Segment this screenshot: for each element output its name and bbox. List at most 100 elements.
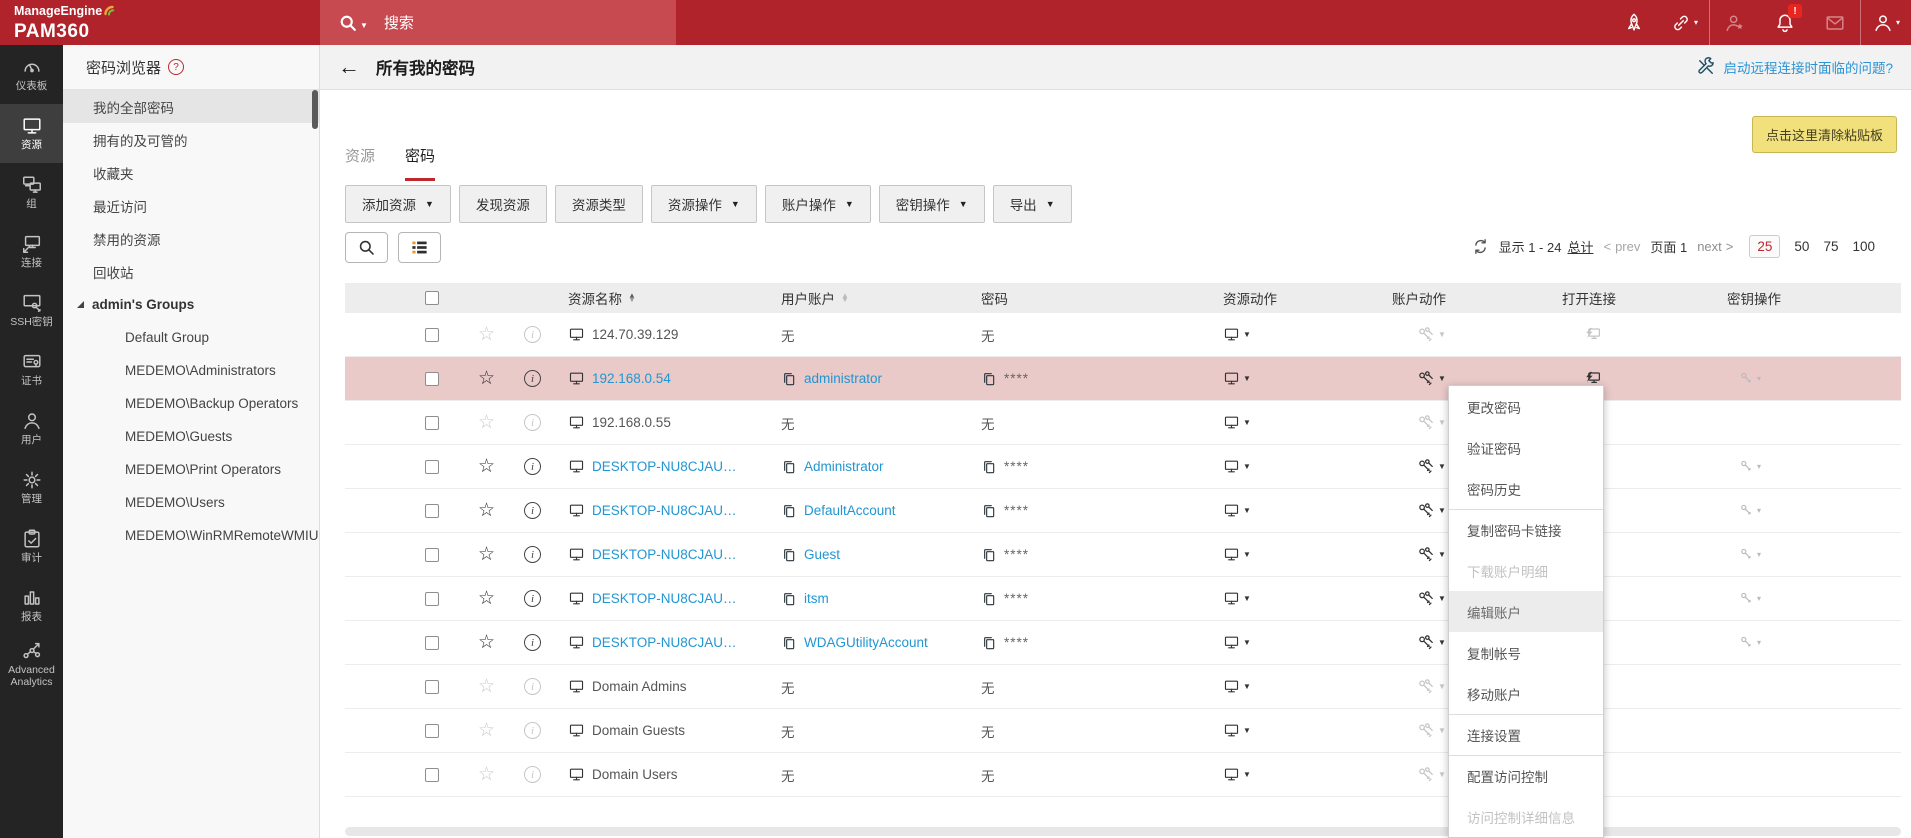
context-menu-item[interactable]: 复制密码卡链接 [1449, 509, 1603, 550]
key-actions-menu[interactable]: ▾ [1727, 459, 1761, 475]
sidebar-item-dashboard[interactable]: 仪表板 [0, 45, 63, 104]
sidebar-item-admin[interactable]: 管理 [0, 458, 63, 517]
key-actions-menu[interactable]: ▾ [1727, 635, 1761, 651]
row-checkbox[interactable] [425, 724, 439, 738]
explorer-group-item[interactable]: MEDEMO\WinRMRemoteWMIUser [63, 519, 319, 552]
row-checkbox[interactable] [425, 592, 439, 606]
prev-arrow-icon[interactable]: < [1603, 239, 1611, 254]
favorite-star-icon[interactable]: ☆ [478, 325, 495, 344]
explorer-group-header[interactable]: admin's Groups [63, 288, 319, 321]
prev-button[interactable]: prev [1615, 239, 1640, 254]
resource-actions-menu[interactable]: ▼ [1223, 766, 1251, 783]
info-icon[interactable]: i [524, 678, 541, 695]
copy-icon[interactable] [781, 371, 797, 387]
resource-actions-menu[interactable]: ▼ [1223, 722, 1251, 739]
explorer-group-item[interactable]: MEDEMO\Print Operators [63, 453, 319, 486]
copy-icon[interactable] [981, 635, 997, 651]
account-actions-menu[interactable]: ▼ [1417, 370, 1446, 388]
rocket-icon[interactable] [1609, 0, 1659, 45]
copy-icon[interactable] [981, 371, 997, 387]
favorite-star-icon[interactable]: ☆ [478, 677, 495, 696]
favorite-star-icon[interactable]: ☆ [478, 721, 495, 740]
tab-resources[interactable]: 资源 [345, 145, 375, 181]
table-row[interactable]: ☆iDESKTOP-NU8CJAU…Administrator****▼▼▾ [345, 445, 1901, 489]
account-actions-menu[interactable]: ▼ [1417, 590, 1446, 608]
info-icon[interactable]: i [524, 766, 541, 783]
explorer-group-item[interactable]: MEDEMO\Guests [63, 420, 319, 453]
mail-icon[interactable] [1810, 0, 1860, 45]
sidebar-item-reports[interactable]: 报表 [0, 576, 63, 635]
explorer-item[interactable]: 收藏夹 [63, 156, 319, 189]
copy-icon[interactable] [781, 635, 797, 651]
table-row[interactable]: ☆iDESKTOP-NU8CJAU…WDAGUtilityAccount****… [345, 621, 1901, 665]
account-actions-menu[interactable]: ▼ [1417, 458, 1446, 476]
context-menu-item[interactable]: 更改密码 [1449, 386, 1603, 427]
toolbar-button[interactable]: 添加资源▼ [345, 185, 451, 223]
account-name[interactable]: Administrator [804, 459, 884, 474]
page-size-option[interactable]: 25 [1749, 235, 1780, 258]
copy-icon[interactable] [781, 459, 797, 475]
clear-clipboard-button[interactable]: 点击这里清除粘贴板 [1752, 116, 1897, 153]
context-menu-item[interactable]: 验证密码 [1449, 427, 1603, 468]
key-actions-menu[interactable]: ▾ [1727, 503, 1761, 519]
global-search[interactable]: ▼ 搜索 [320, 0, 676, 45]
favorite-star-icon[interactable]: ☆ [478, 765, 495, 784]
select-all-checkbox[interactable] [425, 291, 439, 305]
context-menu-item[interactable]: 密码历史 [1449, 468, 1603, 509]
favorite-star-icon[interactable]: ☆ [478, 633, 495, 652]
resource-actions-menu[interactable]: ▼ [1223, 502, 1251, 519]
account-actions-menu[interactable]: ▼ [1417, 766, 1446, 784]
favorite-star-icon[interactable]: ☆ [478, 457, 495, 476]
refresh-icon[interactable] [1472, 238, 1489, 255]
sidebar-item-ssh-keys[interactable]: SSH密钥 [0, 281, 63, 340]
table-row[interactable]: ☆i192.168.0.55无无▼▼ [345, 401, 1901, 445]
row-checkbox[interactable] [425, 768, 439, 782]
sidebar-item-connections[interactable]: 连接 [0, 222, 63, 281]
explorer-group-item[interactable]: Default Group [63, 321, 319, 354]
tab-passwords[interactable]: 密码 [405, 145, 435, 181]
table-row[interactable]: ☆iDESKTOP-NU8CJAU…Guest****▼▼▾ [345, 533, 1901, 577]
copy-icon[interactable] [781, 591, 797, 607]
resource-actions-menu[interactable]: ▼ [1223, 546, 1251, 563]
row-checkbox[interactable] [425, 460, 439, 474]
next-button[interactable]: next [1697, 239, 1722, 254]
context-menu-item[interactable]: 编辑账户 [1449, 591, 1603, 632]
account-actions-menu[interactable]: ▼ [1417, 722, 1446, 740]
favorite-star-icon[interactable]: ☆ [478, 369, 495, 388]
table-row[interactable]: ☆iDESKTOP-NU8CJAU…DefaultAccount****▼▼▾ [345, 489, 1901, 533]
context-menu-item[interactable]: 配置访问控制 [1449, 755, 1603, 796]
account-name[interactable]: itsm [804, 591, 829, 606]
info-icon[interactable]: i [524, 370, 541, 387]
table-row[interactable]: ☆i124.70.39.129无无▼▼ [345, 313, 1901, 357]
pagination-total-link[interactable]: 总计 [1567, 237, 1593, 256]
info-icon[interactable]: i [524, 634, 541, 651]
explorer-group-item[interactable]: MEDEMO\Users [63, 486, 319, 519]
next-arrow-icon[interactable]: > [1726, 239, 1734, 254]
copy-icon[interactable] [981, 503, 997, 519]
resource-actions-menu[interactable]: ▼ [1223, 458, 1251, 475]
row-checkbox[interactable] [425, 636, 439, 650]
favorite-star-icon[interactable]: ☆ [478, 413, 495, 432]
favorite-star-icon[interactable]: ☆ [478, 589, 495, 608]
sidebar-item-resources[interactable]: 资源 [0, 104, 63, 163]
page-size-option[interactable]: 100 [1852, 239, 1875, 254]
col-user-account[interactable]: 用户账户 [781, 288, 835, 308]
info-icon[interactable]: i [524, 458, 541, 475]
brand-logo[interactable]: ManageEngine PAM360 [0, 5, 320, 41]
info-icon[interactable]: i [524, 414, 541, 431]
table-row[interactable]: ☆iDomain Users无无▼▼ [345, 753, 1901, 797]
sort-icon[interactable]: ▲▼ [841, 294, 849, 303]
toolbar-button[interactable]: 资源操作▼ [651, 185, 757, 223]
row-checkbox[interactable] [425, 680, 439, 694]
explorer-item[interactable]: 禁用的资源 [63, 222, 319, 255]
copy-icon[interactable] [981, 459, 997, 475]
horizontal-scrollbar[interactable] [345, 827, 1901, 836]
account-name[interactable]: Guest [804, 547, 840, 562]
explorer-group-item[interactable]: MEDEMO\Backup Operators [63, 387, 319, 420]
page-size-option[interactable]: 50 [1794, 239, 1809, 254]
account-name[interactable]: administrator [804, 371, 882, 386]
page-size-option[interactable]: 75 [1823, 239, 1838, 254]
resource-name[interactable]: DESKTOP-NU8CJAU… [592, 547, 737, 562]
table-row[interactable]: ☆iDESKTOP-NU8CJAU…itsm****▼▼▾ [345, 577, 1901, 621]
account-actions-menu[interactable]: ▼ [1417, 634, 1446, 652]
